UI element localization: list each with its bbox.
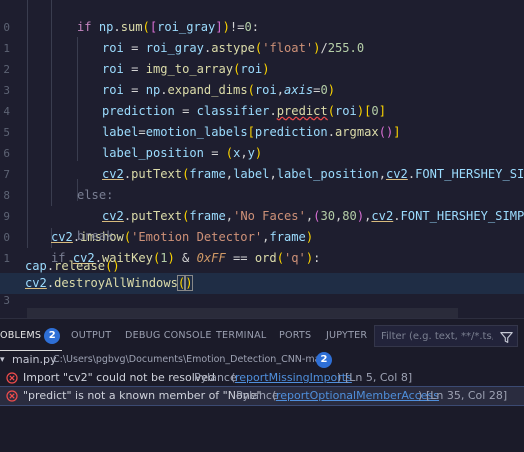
filter-input[interactable] [381, 328, 493, 344]
problems-count-badge: 2 [44, 328, 61, 344]
problems-panel: OBLEMS 2 OUTPUT DEBUG CONSOLE TERMINAL P… [0, 318, 524, 452]
tab-label: OBLEMS [0, 330, 42, 341]
filter-icon[interactable] [500, 329, 513, 348]
token: release [54, 259, 106, 273]
problem-file-row[interactable]: ▾ main.py C:\Users\pgbvg\Documents\Emoti… [0, 351, 524, 369]
chevron-down-icon[interactable]: ▾ [0, 351, 5, 369]
horizontal-scrollbar[interactable] [0, 308, 458, 318]
file-path: C:\Users\pgbvg\Documents\Emotion_Detecti… [53, 354, 330, 365]
file-name: main.py [12, 353, 57, 366]
panel-tabs: OBLEMS 2 OUTPUT DEBUG CONSOLE TERMINAL P… [0, 319, 524, 352]
code-line-current[interactable]: cv2.destroyAllWindows() [0, 273, 524, 294]
problem-row-selected[interactable]: "predict" is not a known member of "None… [0, 386, 524, 408]
scrollbar-thumb[interactable] [27, 308, 458, 318]
filter-box[interactable] [374, 325, 518, 347]
code-line-break[interactable]: break [0, 226, 524, 247]
file-problem-count-badge: 2 [316, 352, 332, 368]
problem-message: Import "cv2" could not be resolved [23, 371, 216, 384]
tab-jupyter[interactable]: JUPYTER [326, 328, 367, 344]
tab-problems[interactable]: OBLEMS 2 [0, 328, 63, 351]
tab-debug-console[interactable]: DEBUG CONSOLE [125, 328, 212, 344]
token: cap [25, 259, 47, 273]
token: ) [184, 275, 194, 291]
problem-code-link[interactable]: reportMissingImports [235, 369, 352, 387]
token: destroyAllWindows [54, 276, 178, 290]
problem-location: [Ln 35, Col 28] [426, 389, 508, 402]
token: break [77, 229, 114, 243]
tab-ports[interactable]: PORTS [279, 328, 311, 344]
token: cv2 [25, 276, 47, 290]
problem-message: "predict" is not a known member of "None… [23, 389, 262, 402]
tab-output[interactable]: OUTPUT [71, 328, 111, 344]
problem-code-paren-close: ) [418, 389, 423, 402]
problem-row[interactable]: Import "cv2" could not be resolved Pylan… [0, 369, 524, 387]
problem-code-link[interactable]: reportOptionalMemberAccess [276, 387, 439, 405]
problem-code-paren-close: ) [337, 371, 342, 384]
error-icon [6, 390, 18, 408]
problem-location: [Ln 5, Col 8] [345, 371, 413, 384]
token: ) [112, 259, 120, 273]
tab-terminal[interactable]: TERMINAL [216, 328, 266, 344]
